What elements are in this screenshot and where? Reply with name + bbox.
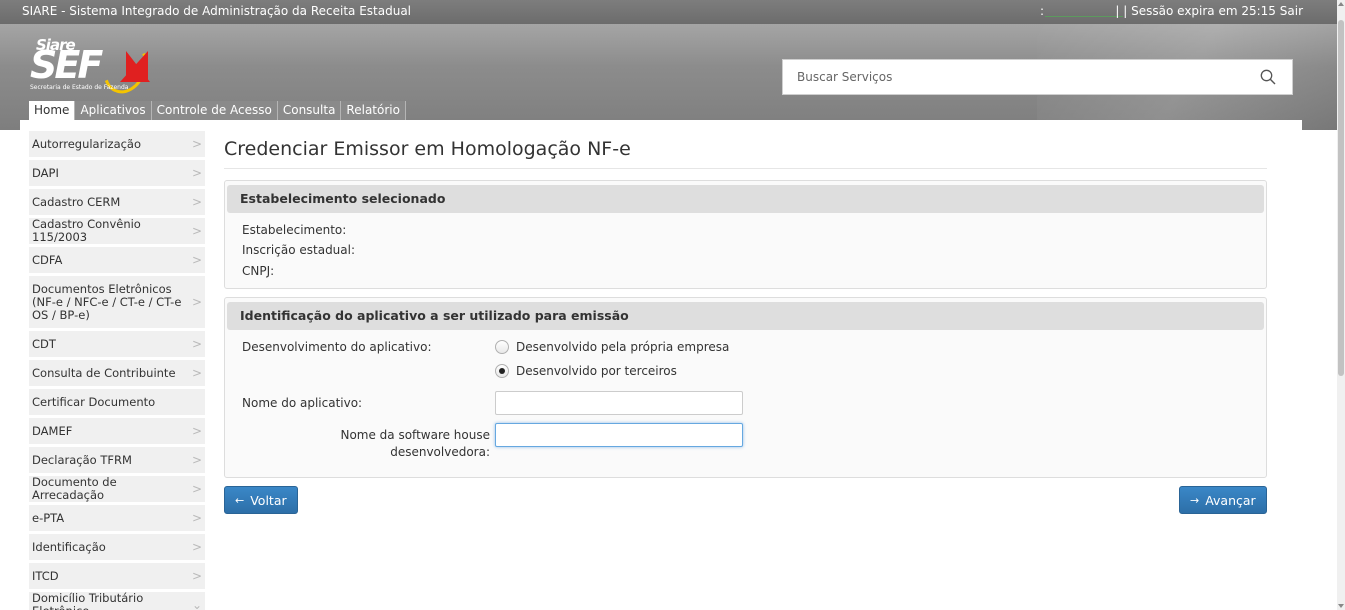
- page-title: Credenciar Emissor em Homologação NF-e: [224, 131, 1267, 169]
- chevron-down-icon: ⌄: [191, 598, 202, 610]
- sidebar-item-label: Declaração TFRM: [32, 452, 132, 467]
- tab-aplicativos[interactable]: Aplicativos: [75, 101, 152, 120]
- sidebar-item-label: CDFA: [32, 252, 63, 267]
- software-house-input[interactable]: [495, 423, 743, 447]
- sidebar-item-label: ITCD: [32, 568, 59, 583]
- sidebar-item-label: Cadastro Convênio 115/2003: [32, 217, 141, 244]
- chevron-right-icon: >: [191, 366, 202, 380]
- scroll-down-icon[interactable]: [1338, 604, 1344, 608]
- application-name-label: Nome do aplicativo:: [242, 396, 363, 410]
- back-button-label: Voltar: [250, 492, 287, 508]
- content-area: Credenciar Emissor em Homologação NF-e E…: [224, 131, 1267, 514]
- logo-triangle-right: [126, 51, 150, 82]
- logo-sef-text: SEF: [30, 43, 103, 87]
- state-registration-label: Inscrição estadual:: [242, 243, 356, 257]
- software-house-label-line-2: desenvolvedora:: [390, 445, 490, 459]
- search-input[interactable]: [783, 60, 1253, 94]
- software-house-label-line-1: Nome da software house: [340, 428, 490, 442]
- sidebar-item-label: Documento de Arrecadação: [32, 475, 117, 502]
- establishment-panel: Estabelecimento selecionado Estabelecime…: [224, 180, 1267, 289]
- sidebar-item-label: Cadastro CERM: [32, 194, 121, 209]
- chevron-right-icon: >: [191, 482, 202, 496]
- sidebar-item-label: Documentos Eletrônicos (NF-e / NFC-e / C…: [32, 281, 182, 322]
- sidebar-item-cdt[interactable]: CDT >: [29, 331, 205, 360]
- sidebar-item-autorregularizacao[interactable]: Autorregularização >: [29, 131, 205, 160]
- logo-subtitle: Secretaria de Estado de Fazenda: [30, 84, 129, 91]
- radio-own-company[interactable]: Desenvolvido pela própria empresa: [495, 340, 729, 354]
- scrollbar-thumb[interactable]: [1338, 20, 1344, 376]
- chevron-right-icon: >: [191, 511, 202, 525]
- application-name-input[interactable]: [495, 391, 743, 415]
- sidebar-item-label: Domicílio Tributário Eletrônico: [32, 591, 144, 610]
- radio-own-company-label: Desenvolvido pela própria empresa: [516, 340, 730, 354]
- radio-third-party[interactable]: Desenvolvido por terceiros: [495, 364, 677, 378]
- user-underline: [1045, 16, 1123, 17]
- sidebar-item-identificacao[interactable]: Identificação >: [29, 534, 205, 563]
- sidebar-item-label: Consulta de Contribuinte: [32, 365, 176, 380]
- tab-consulta[interactable]: Consulta: [277, 101, 342, 120]
- sidebar-item-e-pta[interactable]: e-PTA >: [29, 505, 205, 534]
- arrow-right-icon: →: [1190, 493, 1200, 507]
- sidebar-item-documentos-eletronicos[interactable]: Documentos Eletrônicos (NF-e / NFC-e / C…: [29, 276, 205, 331]
- sidebar-item-itcd[interactable]: ITCD >: [29, 563, 205, 592]
- radio-third-party-label: Desenvolvido por terceiros: [516, 364, 677, 378]
- sidebar-item-label: Autorregularização: [32, 136, 142, 151]
- chevron-right-icon: >: [191, 337, 202, 351]
- sidebar-item-label: e-PTA: [32, 510, 65, 525]
- tab-controle-de-acesso[interactable]: Controle de Acesso: [151, 101, 278, 120]
- scroll-up-icon[interactable]: [1338, 2, 1344, 6]
- cnpj-label: CNPJ:: [242, 264, 275, 278]
- sef-logo[interactable]: Siare SEF Secretaria de Estado de Fazend…: [28, 34, 154, 100]
- sidebar-item-consulta-contribuinte[interactable]: Consulta de Contribuinte >: [29, 360, 205, 389]
- sidebar-item-label: Certificar Documento: [32, 394, 156, 409]
- next-button[interactable]: → Avançar: [1179, 486, 1267, 514]
- application-header: Identificação do aplicativo a ser utiliz…: [227, 302, 1264, 330]
- search-icon[interactable]: [1260, 69, 1276, 85]
- top-bar: SIARE - Sistema Integrado de Administraç…: [0, 0, 1345, 24]
- sidebar-item-certificar-documento[interactable]: Certificar Documento: [29, 389, 205, 418]
- search-box: [782, 59, 1293, 95]
- chevron-right-icon: >: [191, 253, 202, 267]
- sidebar-item-damef[interactable]: DAMEF >: [29, 418, 205, 447]
- chevron-right-icon: >: [191, 540, 202, 554]
- sidebar-item-declaracao-tfrm[interactable]: Declaração TFRM >: [29, 447, 205, 476]
- chevron-right-icon: >: [191, 195, 202, 209]
- sidebar-item-label: Identificação: [32, 539, 106, 554]
- tab-home[interactable]: Home: [29, 101, 76, 120]
- sidebar-item-label: DAMEF: [32, 423, 73, 438]
- main-nav: Home Aplicativos Controle de Acesso Cons…: [29, 101, 406, 120]
- next-button-label: Avançar: [1205, 492, 1256, 508]
- chevron-right-icon: >: [191, 166, 202, 180]
- chevron-right-icon: >: [191, 224, 202, 238]
- radio-third-party-dot[interactable]: [495, 364, 509, 378]
- chevron-right-icon: >: [191, 569, 202, 583]
- establishment-label: Estabelecimento:: [242, 223, 347, 237]
- page-scrollbar[interactable]: [1337, 0, 1345, 610]
- establishment-header: Estabelecimento selecionado: [227, 185, 1264, 213]
- sidebar-item-documento-arrecadacao[interactable]: Documento de Arrecadação >: [29, 476, 205, 505]
- back-button[interactable]: ← Voltar: [224, 486, 298, 514]
- sidebar-item-dapi[interactable]: DAPI >: [29, 160, 205, 189]
- chevron-right-icon: >: [191, 137, 202, 151]
- development-label: Desenvolvimento do aplicativo:: [242, 340, 432, 354]
- chevron-right-icon: >: [191, 295, 202, 309]
- sidebar-item-cadastro-convenio[interactable]: Cadastro Convênio 115/2003 >: [29, 218, 205, 247]
- sidebar-item-label: DAPI: [32, 165, 59, 180]
- sidebar-item-cdfa[interactable]: CDFA >: [29, 247, 205, 276]
- system-title: SIARE - Sistema Integrado de Administraç…: [22, 4, 412, 18]
- sidebar-item-domicilio-tributario[interactable]: Domicílio Tributário Eletrônico ⌄: [29, 592, 205, 610]
- sidebar-menu: Autorregularização > DAPI > Cadastro CERM >…: [29, 131, 205, 610]
- arrow-left-icon: ←: [235, 493, 245, 507]
- tab-relatorio[interactable]: Relatório: [341, 101, 406, 120]
- user-separator: :: [1040, 4, 1045, 18]
- radio-own-company-dot[interactable]: [495, 340, 509, 354]
- sidebar-item-label: CDT: [32, 336, 56, 351]
- chevron-right-icon: >: [191, 453, 202, 467]
- sidebar-item-cadastro-cerm[interactable]: Cadastro CERM >: [29, 189, 205, 218]
- session-timer[interactable]: | | Sessão expira em 25:15 Sair: [1115, 4, 1303, 18]
- application-panel: Identificação do aplicativo a ser utiliz…: [224, 297, 1267, 478]
- chevron-right-icon: >: [191, 424, 202, 438]
